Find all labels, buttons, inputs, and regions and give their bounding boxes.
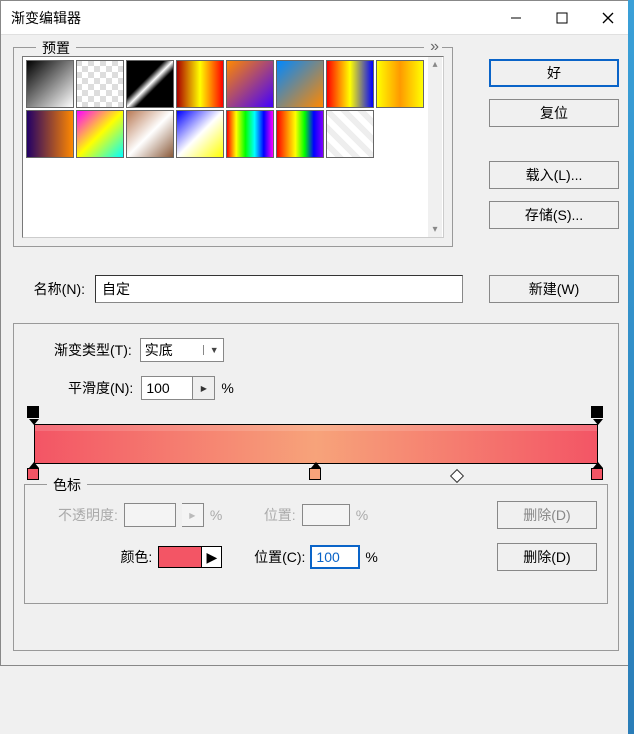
ok-button[interactable]: 好 <box>489 59 619 87</box>
preset-swatch[interactable] <box>26 60 74 108</box>
opacity-input <box>124 503 176 527</box>
gradient-editor-window: 渐变编辑器 好 复位 载入(L)... 存储(S)... 预置 » ▴ ▾ <box>0 0 632 666</box>
opacity-stop[interactable] <box>27 406 41 420</box>
preset-swatch[interactable] <box>226 110 274 158</box>
color-stop[interactable] <box>309 468 323 482</box>
opacity-position-label: 位置: <box>264 505 296 525</box>
color-position-input[interactable] <box>311 546 359 568</box>
color-well[interactable]: ▶ <box>158 546 222 568</box>
opacity-position-pct: % <box>356 507 368 523</box>
color-swatch <box>158 546 202 568</box>
smoothness-label: 平滑度(N): <box>68 378 133 398</box>
dialog-content: 好 复位 载入(L)... 存储(S)... 预置 » ▴ ▾ 名称(N): 新… <box>1 35 631 665</box>
preset-swatch[interactable] <box>376 60 424 108</box>
color-picker-caret[interactable]: ▶ <box>202 546 222 568</box>
window-controls <box>493 1 631 35</box>
preset-swatch[interactable] <box>276 60 324 108</box>
opacity-stepper: ▶ <box>182 503 204 527</box>
opacity-position-input <box>302 504 350 526</box>
gradient-section: 渐变类型(T): 实底 ▼ 平滑度(N): ▶ % <box>13 323 619 651</box>
gradient-type-value: 实底 <box>145 340 173 360</box>
presets-fieldset: 预置 » ▴ ▾ <box>13 47 453 247</box>
color-position-label: 位置(C): <box>254 547 305 567</box>
preset-swatch[interactable] <box>76 110 124 158</box>
gradient-bar-wrap <box>34 424 598 464</box>
preset-swatch[interactable] <box>126 110 174 158</box>
color-stop[interactable] <box>591 468 605 482</box>
new-button[interactable]: 新建(W) <box>489 275 619 303</box>
smoothness-input[interactable] <box>141 376 193 400</box>
save-button[interactable]: 存储(S)... <box>489 201 619 229</box>
color-position-pct: % <box>365 549 377 565</box>
close-button[interactable] <box>585 1 631 35</box>
color-label: 颜色: <box>120 547 152 567</box>
delete-opacity-stop-button: 删除(D) <box>497 501 597 529</box>
smoothness-stepper[interactable]: ▶ <box>193 376 215 400</box>
name-row: 名称(N): 新建(W) <box>13 275 619 303</box>
delete-color-stop-button[interactable]: 删除(D) <box>497 543 597 571</box>
scroll-up-icon: ▴ <box>430 57 439 72</box>
maximize-button[interactable] <box>539 1 585 35</box>
gradient-type-select[interactable]: 实底 ▼ <box>140 338 224 362</box>
presets-menu-icon[interactable]: » <box>424 38 442 56</box>
preset-scrollbar[interactable]: ▴ ▾ <box>428 57 442 237</box>
preset-swatch[interactable] <box>176 110 224 158</box>
midpoint-diamond[interactable] <box>450 469 464 483</box>
preset-swatch[interactable] <box>76 60 124 108</box>
opacity-pct: % <box>210 507 222 523</box>
stops-legend: 色标 <box>47 475 87 495</box>
scroll-down-icon: ▾ <box>430 222 439 237</box>
chevron-down-icon: ▼ <box>203 345 219 355</box>
preset-swatch[interactable] <box>126 60 174 108</box>
color-stop[interactable] <box>27 468 41 482</box>
preset-swatch[interactable] <box>176 60 224 108</box>
percent-sign: % <box>221 380 233 396</box>
opacity-label: 不透明度: <box>58 505 118 525</box>
preset-swatch[interactable] <box>326 110 374 158</box>
window-title: 渐变编辑器 <box>11 8 81 28</box>
load-button[interactable]: 载入(L)... <box>489 161 619 189</box>
background-app-stripe <box>628 0 634 734</box>
preset-swatch[interactable] <box>26 110 74 158</box>
caret-right-icon: ▶ <box>201 384 207 393</box>
preset-swatch[interactable] <box>226 60 274 108</box>
name-input[interactable] <box>95 275 463 303</box>
preset-swatch[interactable] <box>276 110 324 158</box>
preset-swatch-grid <box>23 57 443 161</box>
gradient-bar[interactable] <box>34 424 598 464</box>
preset-swatch[interactable] <box>326 60 374 108</box>
opacity-stop[interactable] <box>591 406 605 420</box>
reset-button[interactable]: 复位 <box>489 99 619 127</box>
right-button-column: 好 复位 载入(L)... 存储(S)... <box>489 59 619 229</box>
name-label: 名称(N): <box>13 279 85 299</box>
presets-legend: 预置 <box>36 38 76 58</box>
stops-fieldset: 色标 不透明度: ▶ % 位置: % 删除(D) <box>24 484 608 604</box>
minimize-button[interactable] <box>493 1 539 35</box>
preset-swatch-panel: ▴ ▾ <box>22 56 444 238</box>
gradient-type-label: 渐变类型(T): <box>54 340 132 360</box>
titlebar: 渐变编辑器 <box>1 1 631 35</box>
